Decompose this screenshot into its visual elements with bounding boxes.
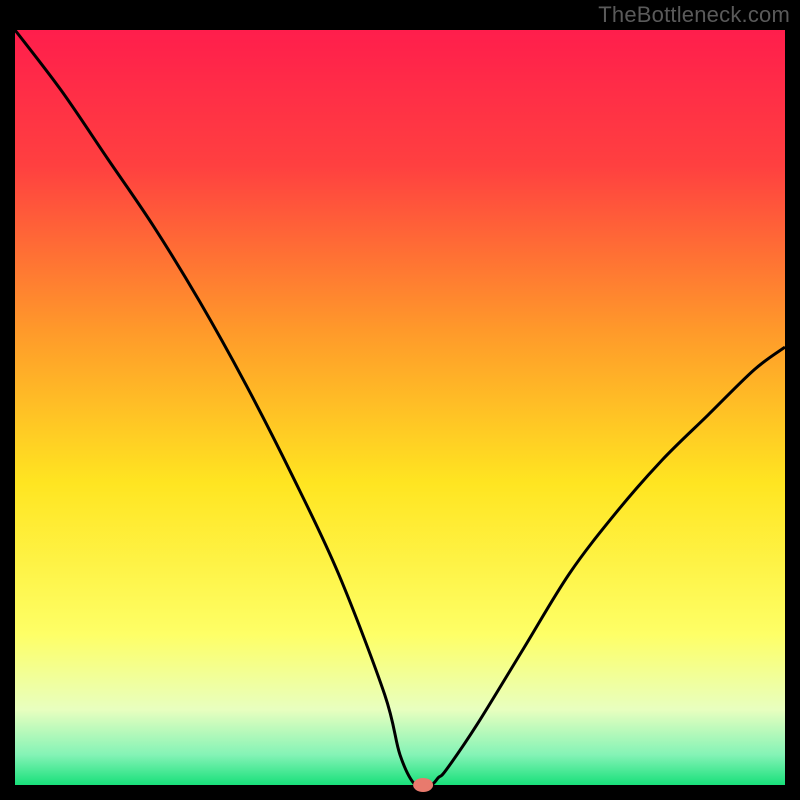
bottleneck-chart <box>0 0 800 800</box>
attribution-label: TheBottleneck.com <box>598 2 790 28</box>
chart-frame: TheBottleneck.com <box>0 0 800 800</box>
heat-gradient-background <box>15 30 785 785</box>
optimal-point-marker <box>413 778 433 792</box>
